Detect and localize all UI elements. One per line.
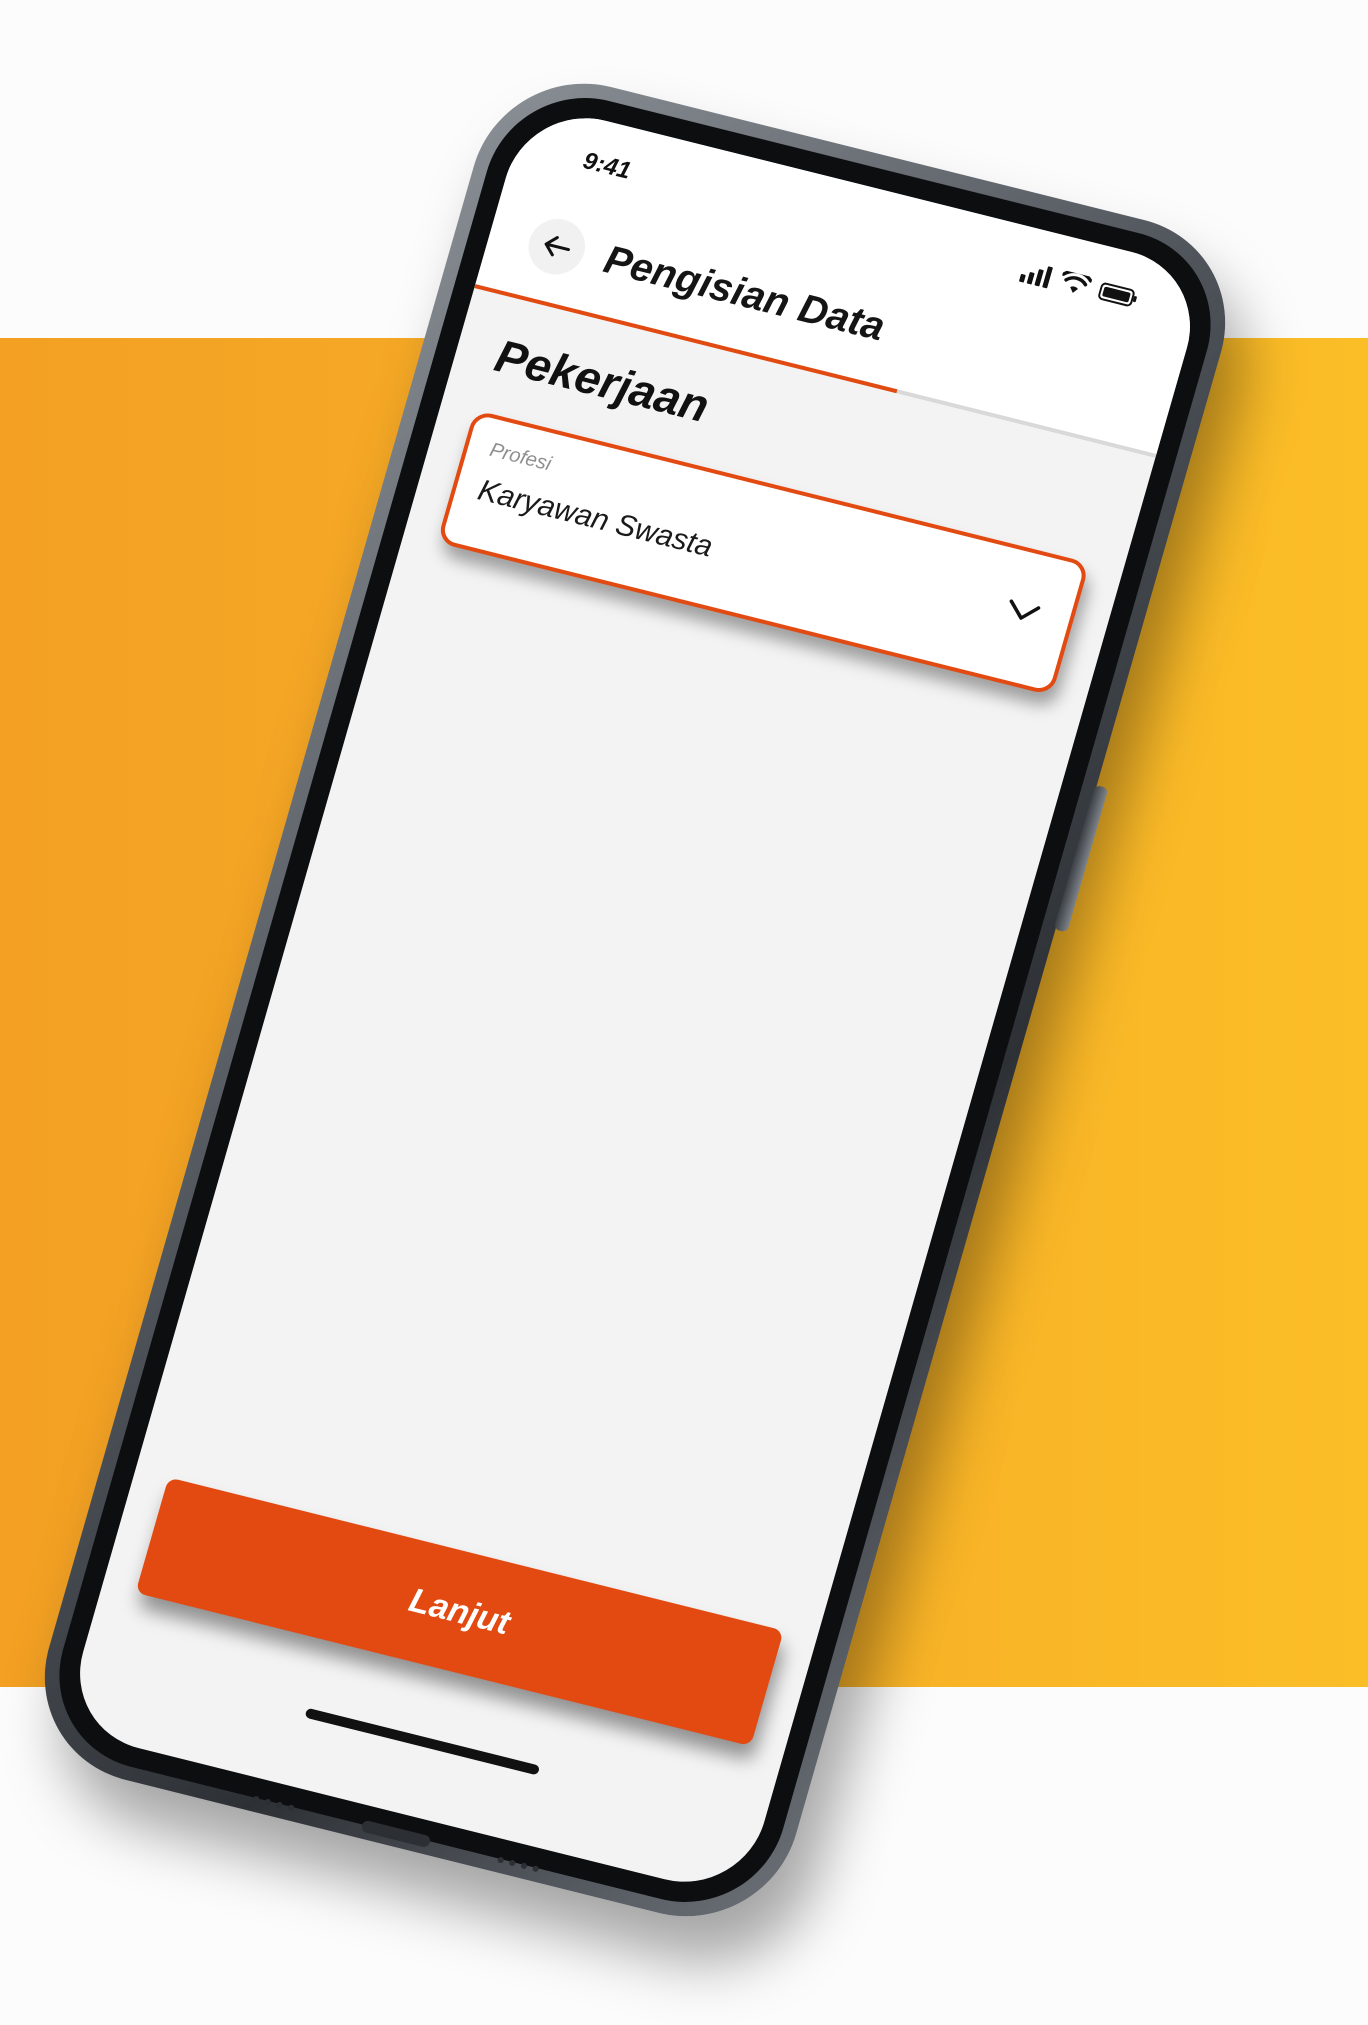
profession-field-label: Profesi — [487, 439, 554, 476]
status-time: 9:41 — [579, 147, 635, 185]
signal-icon — [1019, 266, 1053, 289]
back-button[interactable] — [521, 212, 592, 281]
wifi-icon — [1061, 270, 1093, 293]
profession-field-value: Karyawan Swasta — [474, 473, 717, 564]
battery-icon — [1098, 282, 1137, 307]
speaker-grille-left — [252, 1795, 295, 1812]
speaker-grille-right — [496, 1856, 540, 1873]
status-icons — [1019, 260, 1142, 310]
chevron-down-icon — [1009, 599, 1041, 620]
section-title: Pekerjaan — [489, 329, 715, 432]
arrow-left-icon — [544, 236, 570, 257]
continue-button[interactable]: Lanjut — [135, 1477, 784, 1747]
charging-port — [360, 1819, 432, 1849]
scene: 9:41 Pengisian Data Pekerjaan Profesi Ka… — [0, 0, 1368, 2025]
home-indicator — [304, 1707, 541, 1776]
profession-dropdown[interactable]: Profesi Karyawan Swasta — [436, 409, 1090, 696]
